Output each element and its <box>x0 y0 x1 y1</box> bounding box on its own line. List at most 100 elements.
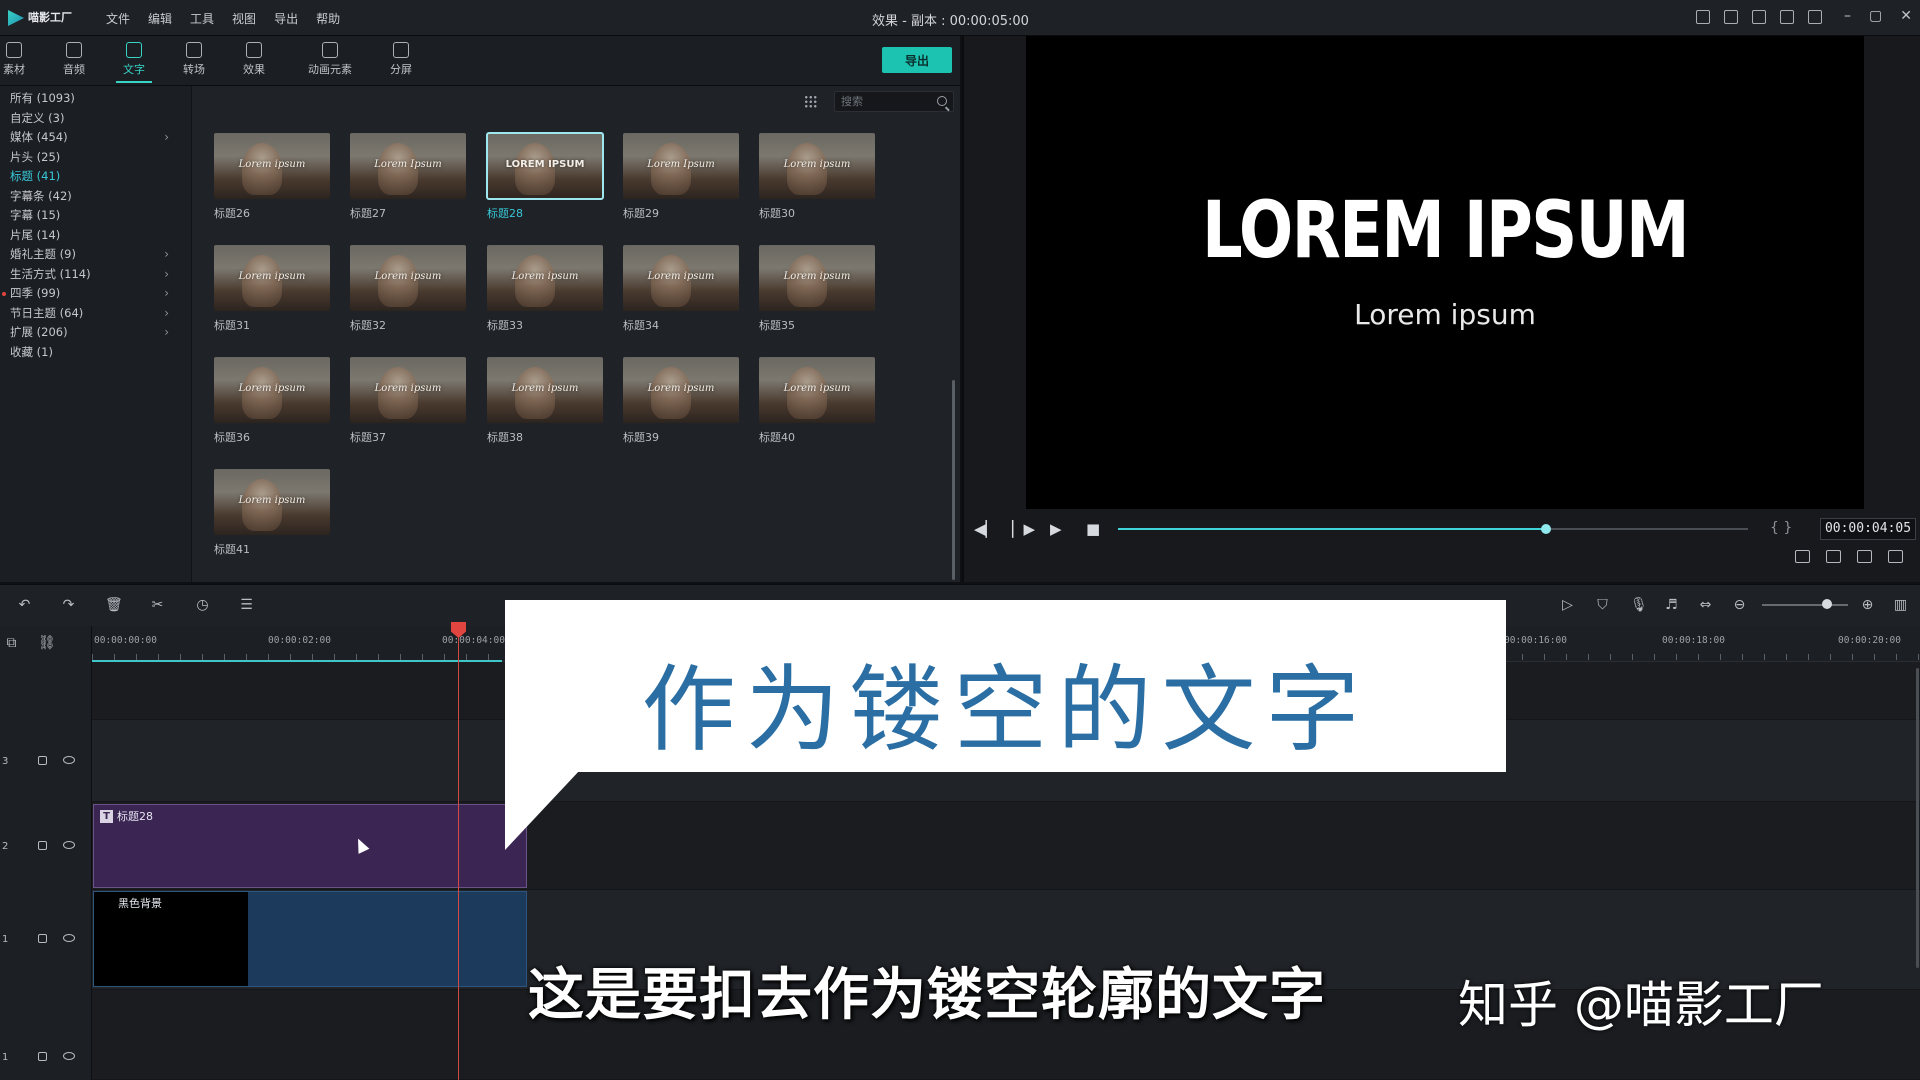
cut-icon[interactable]: ✂ <box>150 598 165 613</box>
library-scrollbar[interactable] <box>952 380 955 580</box>
template-thumbnail[interactable]: Lorem ipsum <box>759 245 875 311</box>
chevron-right-icon[interactable]: › <box>164 128 169 148</box>
thumbnail-label[interactable]: 标题36 <box>214 429 250 445</box>
thumbnail-label[interactable]: 标题35 <box>759 317 795 333</box>
tab-effects[interactable]: 效果 <box>226 42 282 77</box>
snapshot-icon[interactable] <box>1826 550 1841 563</box>
chevron-right-icon[interactable]: › <box>164 323 169 343</box>
delete-icon[interactable]: 🗑 <box>105 598 123 613</box>
timeline-zoom-slider[interactable] <box>1762 604 1848 606</box>
template-thumbnail[interactable]: Lorem ipsum <box>350 245 466 311</box>
mail-icon[interactable] <box>1780 10 1794 24</box>
template-thumbnail[interactable]: Lorem Ipsum <box>350 133 466 199</box>
template-thumbnail[interactable]: Lorem ipsum <box>350 357 466 423</box>
speed-icon[interactable]: ◷ <box>195 598 210 613</box>
lock-icon[interactable] <box>38 756 47 765</box>
mic-icon[interactable]: 🎙 <box>1630 598 1648 613</box>
mark-in-out-icon[interactable]: { } <box>1770 520 1792 536</box>
chevron-right-icon[interactable]: › <box>164 304 169 324</box>
save-icon[interactable] <box>1752 10 1766 24</box>
panel-toggle-icon[interactable]: ▥ <box>1893 598 1908 613</box>
template-thumbnail[interactable]: Lorem ipsum <box>759 357 875 423</box>
category-item[interactable]: 媒体 (454) › <box>0 128 191 148</box>
thumbnail-label[interactable]: 标题30 <box>759 205 795 221</box>
thumbnail-label[interactable]: 标题37 <box>350 429 386 445</box>
tab-audio[interactable]: 音频 <box>46 42 102 77</box>
tab-split-screen[interactable]: 分屏 <box>373 42 429 77</box>
template-thumbnail[interactable]: LOREM IPSUM <box>486 132 604 200</box>
preview-progress-bar[interactable] <box>1118 524 1748 534</box>
timeline-scrollbar[interactable] <box>1916 668 1919 968</box>
minimize-button[interactable]: – <box>1844 8 1851 24</box>
thumbnail-label[interactable]: 标题29 <box>623 205 659 221</box>
thumbnail-label[interactable]: 标题26 <box>214 205 250 221</box>
zoom-slider-handle[interactable] <box>1822 599 1832 609</box>
cart-icon[interactable] <box>1724 10 1738 24</box>
template-thumbnail[interactable]: Lorem ipsum <box>759 133 875 199</box>
template-thumbnail[interactable]: Lorem ipsum <box>214 133 330 199</box>
menu-tools[interactable]: 工具 <box>190 10 214 27</box>
volume-icon[interactable] <box>1857 550 1872 563</box>
export-button[interactable]: 导出 <box>882 47 952 73</box>
menu-file[interactable]: 文件 <box>106 10 130 27</box>
background-clip[interactable]: 黑色背景 <box>93 891 527 987</box>
thumbnail-label[interactable]: 标题38 <box>487 429 523 445</box>
redo-icon[interactable]: ↷ <box>61 598 76 613</box>
category-item[interactable]: 字幕 (15) <box>0 206 191 226</box>
menu-export[interactable]: 导出 <box>274 10 298 27</box>
marker-icon[interactable]: ⛉ <box>1595 598 1610 613</box>
maximize-button[interactable]: ▢ <box>1869 8 1882 24</box>
menu-help[interactable]: 帮助 <box>316 10 340 27</box>
eye-icon[interactable] <box>63 841 75 849</box>
template-thumbnail[interactable]: Lorem ipsum <box>623 357 739 423</box>
play-frame-icon[interactable]: ▏▶ <box>1012 520 1035 538</box>
close-button[interactable]: ✕ <box>1900 8 1912 24</box>
thumbnail-label[interactable]: 标题32 <box>350 317 386 333</box>
tab-transition[interactable]: 转场 <box>166 42 222 77</box>
tab-media[interactable]: 素材 <box>0 42 42 77</box>
play-icon[interactable]: ▶ <box>1050 520 1062 538</box>
thumbnail-label[interactable]: 标题41 <box>214 541 250 557</box>
link-icon[interactable]: ⛓ <box>38 636 56 651</box>
thumbnail-label[interactable]: 标题33 <box>487 317 523 333</box>
undo-icon[interactable]: ↶ <box>17 598 32 613</box>
search-icon[interactable] <box>937 96 947 106</box>
thumbnail-label[interactable]: 标题34 <box>623 317 659 333</box>
template-thumbnail[interactable]: Lorem ipsum <box>214 245 330 311</box>
category-item[interactable]: 婚礼主题 (9) › <box>0 245 191 265</box>
title-clip[interactable]: T 标题28 <box>93 804 527 888</box>
menu-view[interactable]: 视图 <box>232 10 256 27</box>
display-icon[interactable] <box>1795 550 1810 563</box>
chevron-right-icon[interactable]: › <box>164 265 169 285</box>
tab-text[interactable]: 文字 <box>106 42 162 83</box>
eye-icon[interactable] <box>63 934 75 942</box>
zoom-out-icon[interactable]: ⊖ <box>1732 598 1747 613</box>
fullscreen-icon[interactable] <box>1888 550 1903 563</box>
speaker-icon[interactable] <box>63 1052 75 1060</box>
thumbnail-label[interactable]: 标题39 <box>623 429 659 445</box>
fit-icon[interactable]: ⇔ <box>1698 598 1713 613</box>
account-icon[interactable] <box>1696 10 1710 24</box>
category-item[interactable]: 片尾 (14) <box>0 226 191 246</box>
category-item[interactable]: 收藏 (1) <box>0 343 191 363</box>
category-item[interactable]: 扩展 (206) › <box>0 323 191 343</box>
lock-icon[interactable] <box>38 841 47 850</box>
thumbnail-label[interactable]: 标题27 <box>350 205 386 221</box>
lock-icon[interactable] <box>38 1052 47 1061</box>
add-track-icon[interactable]: ⧉ <box>4 636 19 651</box>
thumbnail-label[interactable]: 标题31 <box>214 317 250 333</box>
tab-elements[interactable]: 动画元素 <box>300 42 360 77</box>
audio-mixer-icon[interactable]: ♬ <box>1664 598 1679 613</box>
thumbnail-label[interactable]: 标题28 <box>487 205 523 221</box>
chevron-right-icon[interactable]: › <box>164 284 169 304</box>
render-icon[interactable]: ▷ <box>1560 598 1575 613</box>
eye-icon[interactable] <box>63 756 75 764</box>
zoom-in-icon[interactable]: ⊕ <box>1860 598 1875 613</box>
download-icon[interactable] <box>1808 10 1822 24</box>
template-thumbnail[interactable]: Lorem ipsum <box>214 357 330 423</box>
grid-view-icon[interactable] <box>804 95 817 108</box>
category-item[interactable]: 四季 (99) › <box>0 284 191 304</box>
category-item[interactable]: 字幕条 (42) <box>0 187 191 207</box>
category-item[interactable]: 生活方式 (114) › <box>0 265 191 285</box>
lock-icon[interactable] <box>38 934 47 943</box>
